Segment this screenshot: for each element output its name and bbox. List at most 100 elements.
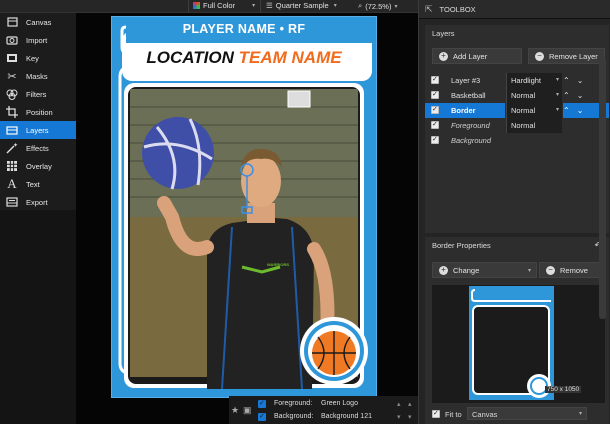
- background-row[interactable]: Background: Background 121 ▾ ▾: [229, 410, 418, 423]
- layers-panel: Layers + Add Layer − Remove Layer Layer …: [425, 25, 609, 233]
- stepper-icon[interactable]: ▴: [408, 400, 412, 408]
- wand-icon: ✦: [6, 142, 18, 154]
- fit-to-checkbox[interactable]: [432, 409, 440, 418]
- layer-row[interactable]: Basketball Normal ▾ ⌃⌄: [425, 88, 609, 103]
- nav-item-masks[interactable]: ✂ Masks: [0, 67, 76, 85]
- foreground-checkbox[interactable]: [258, 399, 266, 408]
- nav-item-canvas[interactable]: Canvas: [0, 13, 76, 31]
- layer-visibility-checkbox[interactable]: [431, 135, 439, 144]
- zoom-control[interactable]: ⌕ (72.5%) ▾: [358, 1, 397, 11]
- remove-label: Remove: [560, 265, 588, 275]
- nav-item-overlay[interactable]: Overlay: [0, 157, 76, 175]
- background-checkbox[interactable]: [258, 412, 266, 421]
- chevron-down-icon: ▾: [527, 267, 531, 274]
- chevron-down-icon: ▾: [555, 77, 559, 83]
- fit-to-row: Fit to Canvas ▾: [432, 407, 605, 421]
- preview-size-label: 750 x 1050: [545, 386, 582, 393]
- layer-visibility-checkbox[interactable]: [431, 75, 439, 84]
- layer-row[interactable]: Foreground Normal: [425, 118, 609, 133]
- change-border-button[interactable]: + Change ▾: [432, 262, 537, 278]
- layer-order-arrows[interactable]: ⌃⌄: [563, 76, 590, 85]
- foreground-row[interactable]: Foreground: Green Logo ▴ ▴: [229, 397, 418, 410]
- layer-order-arrows[interactable]: ⌃⌄: [563, 106, 590, 115]
- foreground-value[interactable]: Green Logo: [321, 400, 358, 407]
- chevron-down-icon: ▾: [555, 92, 559, 98]
- blend-mode-value: Normal: [511, 91, 536, 100]
- nav-item-position[interactable]: Position: [0, 103, 76, 121]
- minus-icon: −: [546, 265, 555, 275]
- border-properties-header: Border Properties ↶: [425, 237, 609, 254]
- nav-item-text[interactable]: A Text: [0, 175, 76, 193]
- layer-source-bar: ★ ▣ Foreground: Green Logo ▴ ▴ Backgroun…: [229, 396, 418, 424]
- blend-mode-select[interactable]: Normal: [506, 118, 562, 133]
- fit-to-select[interactable]: Canvas ▾: [467, 407, 587, 420]
- card-title: LOCATION TEAM NAME: [112, 48, 376, 68]
- sample-icon: ☰: [266, 1, 273, 10]
- background-value[interactable]: Background 121: [321, 413, 372, 420]
- nav-item-layers[interactable]: Layers: [0, 121, 76, 139]
- player-name-text[interactable]: PLAYER NAME • RF: [112, 22, 376, 36]
- blend-mode-value: Normal: [511, 121, 536, 130]
- change-label: Change: [453, 265, 480, 275]
- stepper-icon[interactable]: ▴: [397, 400, 401, 408]
- layer-row[interactable]: Background: [425, 133, 609, 148]
- remove-layer-button[interactable]: − Remove Layer: [528, 48, 605, 64]
- tool-nav: Canvas Import Key ✂ Masks Filters Positi…: [0, 13, 76, 210]
- chevron-down-icon: ▾: [333, 3, 337, 9]
- blend-mode-value: Hardlight: [511, 76, 542, 85]
- layer-order-arrows[interactable]: ⌃⌄: [563, 91, 590, 100]
- layer-row[interactable]: Layer #3 Hardlight ▾ ⌃⌄: [425, 73, 609, 88]
- chevron-down-icon: ▾: [578, 411, 582, 417]
- nav-label: Overlay: [26, 161, 52, 171]
- nav-item-filters[interactable]: Filters: [0, 85, 76, 103]
- nav-item-export[interactable]: Export: [0, 193, 76, 211]
- toolbox-scrollbar[interactable]: [599, 57, 606, 319]
- nav-label: Position: [26, 107, 53, 117]
- border-preview-area: 750 x 1050: [432, 285, 605, 403]
- nav-label: Import: [26, 35, 48, 45]
- crop-icon: [6, 106, 18, 118]
- border-properties-panel: Border Properties ↶ + Change ▾ − Remove …: [425, 237, 609, 424]
- layer-row-selected[interactable]: Border Normal ▾ ⌃⌄: [425, 103, 609, 118]
- camera-icon: [6, 34, 18, 46]
- layer-name: Layer #3: [451, 76, 481, 85]
- remove-layer-label: Remove Layer: [549, 51, 598, 61]
- layer-name: Background: [451, 136, 492, 145]
- stepper-icon[interactable]: ▾: [408, 413, 412, 421]
- team-name-text[interactable]: TEAM NAME: [239, 48, 342, 67]
- sample-mode-select[interactable]: ☰ Quarter Sample ▾: [266, 1, 337, 10]
- stepper-icon[interactable]: ▾: [397, 413, 401, 421]
- layer-visibility-checkbox[interactable]: [431, 105, 439, 114]
- border-preview: [469, 286, 554, 400]
- fit-to-label: Fit to: [445, 410, 462, 419]
- nav-label: Key: [26, 53, 39, 63]
- nav-item-import[interactable]: Import: [0, 31, 76, 49]
- nav-item-effects[interactable]: ✦ Effects: [0, 139, 76, 157]
- layer-visibility-checkbox[interactable]: [431, 120, 439, 129]
- top-toolbar: Full Color ▾ ☰ Quarter Sample ▾ ⌕ (72.5%…: [0, 0, 418, 13]
- color-mode-label: Full Color: [203, 1, 236, 10]
- nav-item-key[interactable]: Key: [0, 49, 76, 67]
- export-icon: [6, 196, 18, 208]
- blend-mode-select[interactable]: Normal ▾: [506, 103, 562, 118]
- blend-mode-value: Normal: [511, 106, 536, 115]
- toolbar-divider: [188, 0, 189, 13]
- expand-icon[interactable]: ⇱: [425, 4, 433, 15]
- key-icon: [6, 52, 18, 64]
- plus-icon: +: [439, 51, 448, 61]
- layer-visibility-checkbox[interactable]: [431, 90, 439, 99]
- svg-text:✦: ✦: [13, 142, 18, 149]
- add-layer-label: Add Layer: [453, 51, 488, 61]
- trading-card[interactable]: PLAYER NAME • RF LOCATION TEAM NAME WARR…: [111, 16, 377, 398]
- toolbar-divider: [260, 0, 261, 13]
- nav-label: Masks: [26, 71, 48, 81]
- blend-mode-select[interactable]: Hardlight ▾: [506, 73, 562, 88]
- blend-mode-select[interactable]: Normal ▾: [506, 88, 562, 103]
- nav-label: Effects: [26, 143, 49, 153]
- add-layer-button[interactable]: + Add Layer: [432, 48, 522, 64]
- remove-border-button[interactable]: − Remove: [539, 262, 605, 278]
- location-text[interactable]: LOCATION: [146, 48, 234, 67]
- color-mode-select[interactable]: Full Color ▾: [193, 1, 255, 10]
- text-icon: A: [7, 176, 17, 191]
- zoom-icon: ⌕: [358, 1, 363, 10]
